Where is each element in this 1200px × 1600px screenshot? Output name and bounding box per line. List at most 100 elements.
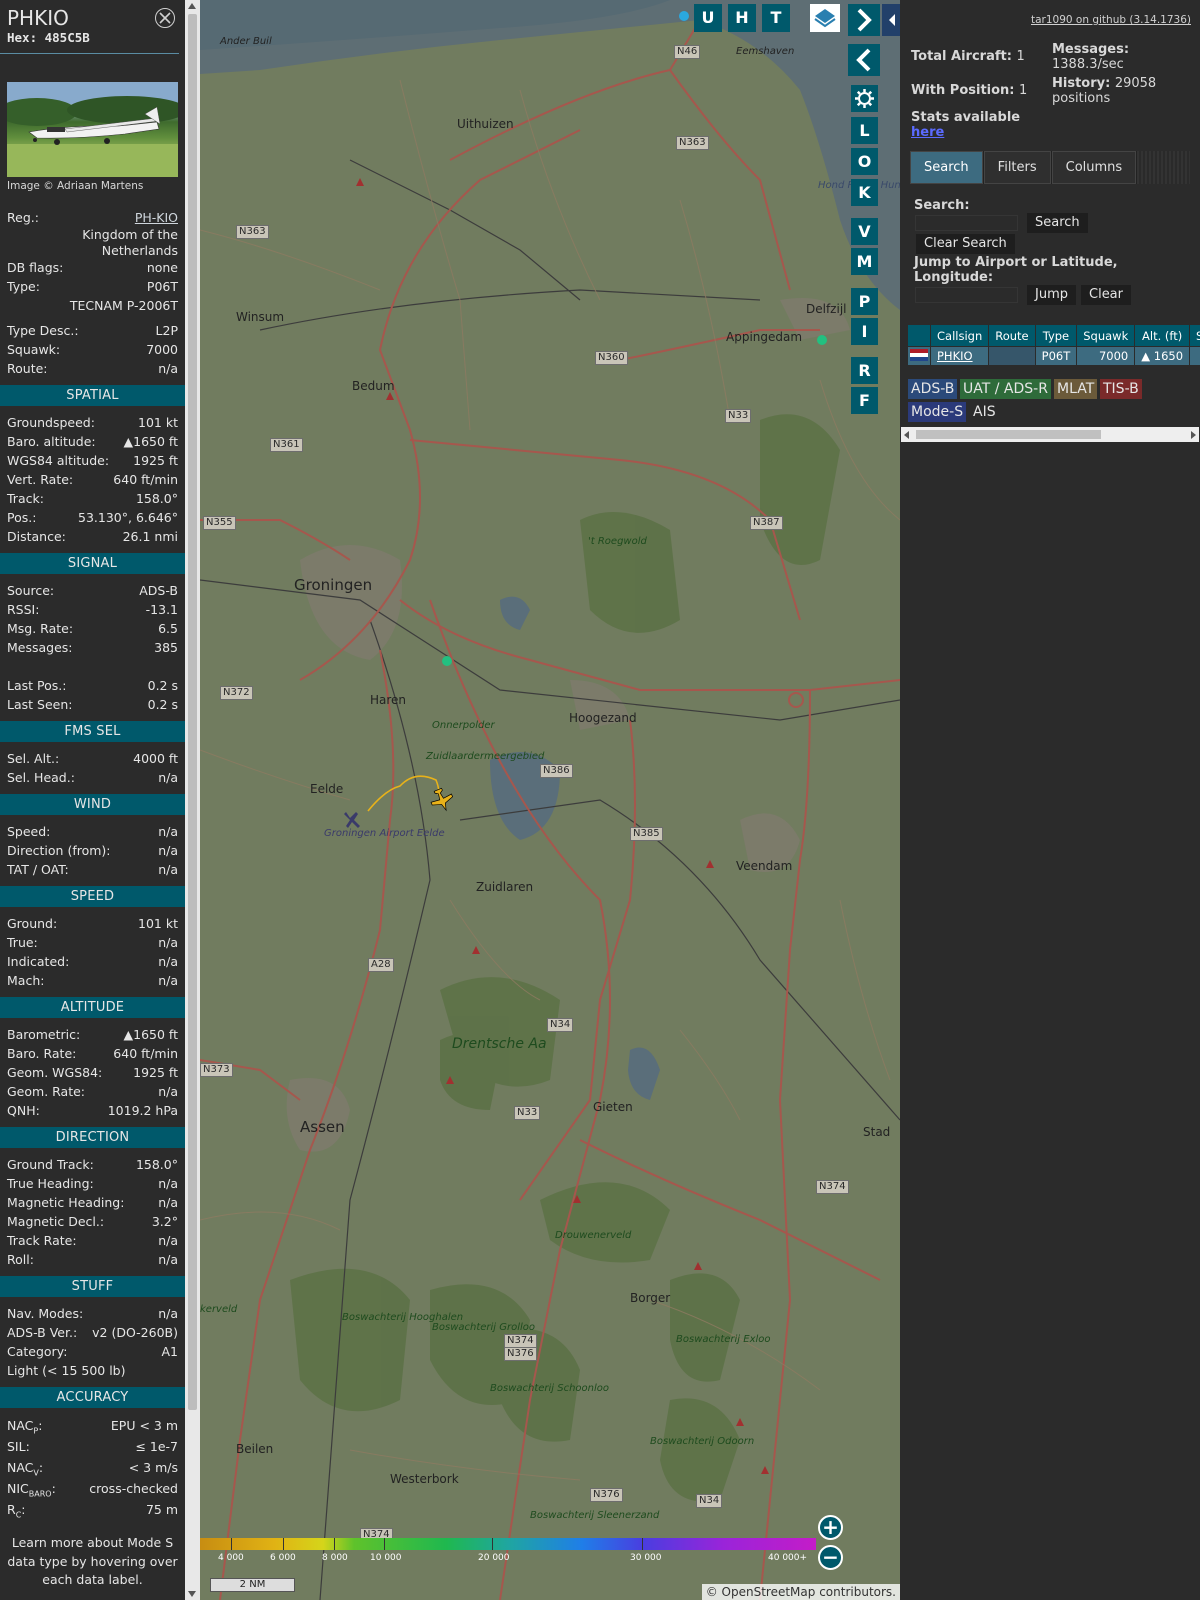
table-hscroll[interactable] [901,427,1199,442]
colorbar-label: 4 000 [218,1553,244,1563]
info-row: ADS-B Ver.: v2 (DO-260B) [0,1323,185,1342]
expand-right-icon[interactable] [848,4,880,36]
field-label: DB flags: [7,260,64,275]
scroll-down-icon[interactable] [188,1591,196,1597]
map-button-v[interactable]: V [851,218,878,245]
col-flag[interactable] [907,324,931,347]
source-uat-ads-r[interactable]: UAT / ADS-R [960,379,1051,399]
jump-input[interactable] [914,286,1019,304]
scroll-right-icon[interactable] [1191,431,1196,439]
map-button-o[interactable]: O [851,148,878,175]
field-label: Barometric: [7,1027,81,1042]
hscroll-thumb[interactable] [916,430,1101,439]
map-button-k[interactable]: K [851,179,878,206]
field-label: RSSI: [7,602,40,617]
map-button-l[interactable]: L [851,117,878,144]
field-label: True Heading: [7,1176,94,1191]
place-airport: Groningen Airport Eelde [324,828,445,839]
col-route[interactable]: Route [988,324,1036,347]
road-n376-b: N376 [590,1488,623,1502]
map-button-t[interactable]: T [762,4,790,32]
info-row: True Heading: n/a [0,1174,185,1193]
source-mode-s[interactable]: Mode-S [908,402,967,422]
info-scrollbar[interactable] [185,0,200,1600]
altitude-colorbar [200,1538,816,1550]
toggle-sidebar-icon[interactable] [882,4,900,36]
road-n386: N386 [540,764,573,778]
cell-callsign[interactable]: PHKIO [929,346,990,366]
map-button-h[interactable]: H [728,4,756,32]
map-button-r[interactable]: R [851,357,878,384]
info-row: Type: P06T [0,277,185,296]
place-roegwold: 't Roegwold [588,536,647,547]
place-kerveld: kerveld [200,1304,238,1315]
info-row: Route: n/a [0,359,185,378]
clear-search-button[interactable]: Clear Search [916,234,1015,254]
colorbar-label: 40 000+ [768,1553,808,1563]
colorbar-tick [384,1538,385,1550]
info-footer: Learn more about Mode S data type by hov… [7,1535,178,1587]
sidebar-tabs: Search Filters Columns [910,151,1190,184]
source-ais[interactable]: AIS [970,402,999,422]
field-value: 1019.2 hPa [107,1103,178,1118]
osm-link[interactable]: OpenStreetMap [722,1585,816,1599]
place-onnerpolder: Onnerpolder [432,720,495,731]
place-grolloo: Boswachterij Grolloo [432,1322,536,1333]
tab-filler [1137,151,1190,184]
field-value: 26.1 nmi [122,529,178,544]
section-speed: SPEED [0,886,185,907]
aircraft-photo[interactable] [7,82,178,177]
road-n372: N372 [220,686,253,700]
map-button-i[interactable]: I [851,318,878,345]
road-n376-a: N376 [504,1347,537,1361]
map-button-p[interactable]: P [851,288,878,315]
aircraft-info-panel: PHKIO Hex: 485C5B Image © Adriaan Marten… [0,0,185,1600]
sidebar: tar1090 on github (3.14.1736) Total Airc… [900,0,1200,1600]
close-icon[interactable] [155,8,175,28]
info-row: TAT / OAT: n/a [0,860,185,879]
field-value: n/a [158,1252,178,1267]
place-uithuizen: Uithuizen [457,117,514,131]
jump-button[interactable]: Jump [1027,285,1076,305]
map-button-m[interactable]: M [851,248,878,275]
search-button[interactable]: Search [1027,213,1088,233]
field-value: 640 ft/min [113,472,178,487]
map-button-u[interactable]: U [694,4,722,32]
scroll-up-icon[interactable] [188,3,196,9]
source-ads-b[interactable]: ADS-B [908,379,958,399]
col-squawk[interactable]: Squawk [1076,324,1136,347]
collapse-left-icon[interactable] [848,44,880,76]
tab-filters[interactable]: Filters [983,151,1051,184]
gear-icon[interactable] [851,85,878,112]
search-input[interactable] [914,214,1019,232]
source-tis-b[interactable]: TIS-B [1100,379,1142,399]
road-n361: N361 [270,438,303,452]
clear-button[interactable]: Clear [1081,285,1131,305]
reg-link[interactable]: PH-KIO [135,208,178,227]
field-value: ▲1650 ft [123,434,178,449]
col-type[interactable]: Type [1034,324,1078,347]
col-callsign[interactable]: Callsign [929,324,990,347]
road-n33-a: N33 [725,409,752,423]
map-button-f[interactable]: F [851,387,878,414]
scroll-left-icon[interactable] [904,431,909,439]
section-stuff: STUFF [0,1276,185,1297]
section-direction: DIRECTION [0,1127,185,1148]
tab-columns[interactable]: Columns [1051,151,1137,184]
scroll-thumb[interactable] [188,14,197,1410]
accuracy-nacv: NACV: < 3 m/s [7,1460,178,1478]
zoom-in-button[interactable]: + [818,1515,843,1540]
stats-link[interactable]: here [911,125,944,140]
zoom-out-button[interactable]: − [818,1545,843,1570]
tab-search[interactable]: Search [910,151,983,184]
map-canvas[interactable]: Groningen Hoogezand Assen Haren Eelde Zu… [200,0,900,1600]
col-alt[interactable]: Alt. (ft) [1134,324,1191,347]
map-layers-icon[interactable] [810,4,840,32]
field-label: Nav. Modes: [7,1306,84,1321]
accuracy-sil: SIL: ≤ 1e-7 [7,1439,178,1454]
field-value: n/a [158,973,178,988]
col-spd[interactable]: Spd [1189,324,1200,347]
github-link[interactable]: tar1090 on github (3.14.1736) [1031,14,1191,26]
source-mlat[interactable]: MLAT [1054,379,1098,399]
table-row[interactable]: PHKIO P06T 7000 ▲ 1650 [907,346,1200,366]
